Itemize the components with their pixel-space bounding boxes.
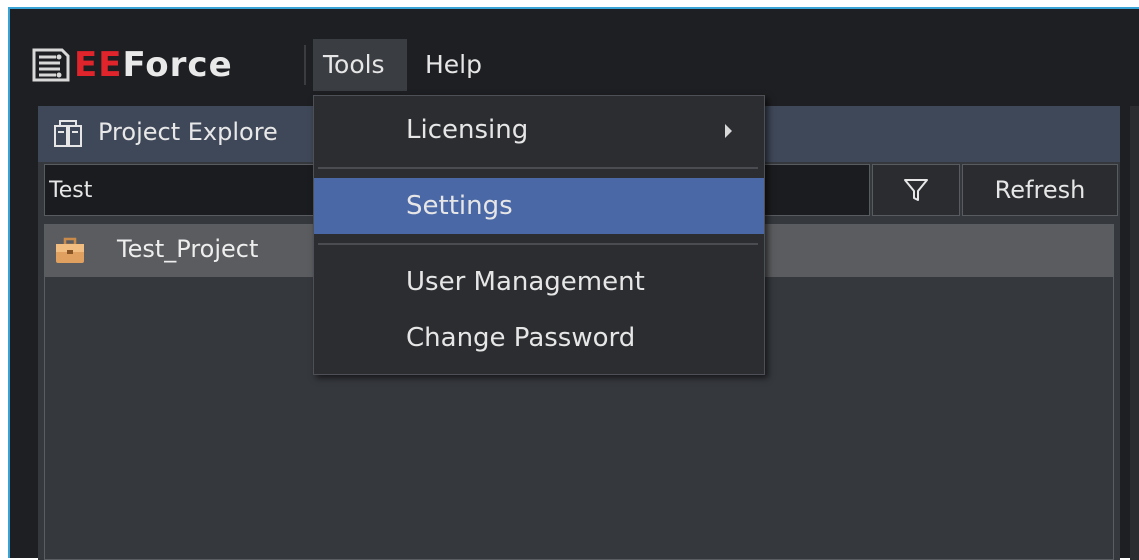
filter-icon <box>904 179 928 201</box>
menu-separator <box>304 45 306 85</box>
app-logo-text: EEForce <box>74 43 233 87</box>
menu-item-licensing[interactable]: Licensing <box>314 102 764 158</box>
filter-button[interactable] <box>872 164 960 216</box>
menu-item-licensing-label: Licensing <box>406 115 529 145</box>
menu-tools[interactable]: Tools <box>313 39 407 91</box>
menu-divider <box>318 167 758 169</box>
tools-dropdown-menu: Licensing Settings User Management Chang… <box>313 95 765 375</box>
menu-item-change-password[interactable]: Change Password <box>314 310 764 366</box>
app-logo: EEForce <box>32 43 233 87</box>
logo-text-white: Force <box>122 45 233 85</box>
refresh-button[interactable]: Refresh <box>962 164 1118 216</box>
app-window: EEForce Tools Help Project Explore Test … <box>8 7 1139 560</box>
tree-item-label: Test_Project <box>117 235 259 263</box>
menu-item-user-management-label: User Management <box>406 267 645 297</box>
right-panel-edge <box>1130 106 1139 560</box>
eeforce-circuit-logo-icon <box>32 48 70 82</box>
menu-item-change-password-label: Change Password <box>406 323 636 353</box>
logo-text-red: EE <box>74 45 123 85</box>
menu-divider <box>318 243 758 245</box>
menu-help[interactable]: Help <box>415 39 492 91</box>
briefcase-icon <box>56 237 84 263</box>
menu-item-settings[interactable]: Settings <box>314 178 764 234</box>
menu-item-settings-label: Settings <box>406 191 513 221</box>
menu-item-user-management[interactable]: User Management <box>314 254 764 310</box>
menu-bar: EEForce Tools Help <box>10 9 1139 97</box>
project-explorer-icon <box>54 120 82 147</box>
chevron-right-icon <box>725 124 732 138</box>
project-explorer-title: Project Explore <box>98 118 278 146</box>
